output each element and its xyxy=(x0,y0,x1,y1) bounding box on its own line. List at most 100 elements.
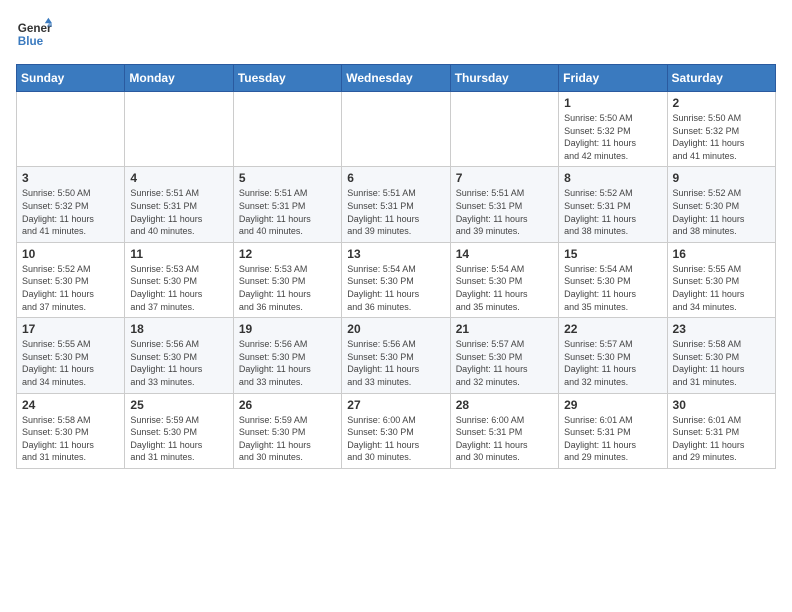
svg-text:General: General xyxy=(18,22,52,35)
calendar-cell: 16 Sunrise: 5:55 AM Sunset: 5:30 PM Dayli… xyxy=(667,242,775,317)
calendar-cell: 19 Sunrise: 5:56 AM Sunset: 5:30 PM Dayli… xyxy=(233,318,341,393)
day-info: Sunrise: 5:52 AM Sunset: 5:30 PM Dayligh… xyxy=(673,187,770,237)
calendar-cell: 15 Sunrise: 5:54 AM Sunset: 5:30 PM Dayli… xyxy=(559,242,667,317)
day-info: Sunrise: 5:55 AM Sunset: 5:30 PM Dayligh… xyxy=(673,263,770,313)
day-info: Sunrise: 5:54 AM Sunset: 5:30 PM Dayligh… xyxy=(564,263,661,313)
page-header: General Blue xyxy=(16,16,776,52)
calendar-cell: 21 Sunrise: 5:57 AM Sunset: 5:30 PM Dayli… xyxy=(450,318,558,393)
day-number: 28 xyxy=(456,398,553,412)
day-info: Sunrise: 5:51 AM Sunset: 5:31 PM Dayligh… xyxy=(456,187,553,237)
day-number: 26 xyxy=(239,398,336,412)
day-number: 23 xyxy=(673,322,770,336)
day-info: Sunrise: 6:01 AM Sunset: 5:31 PM Dayligh… xyxy=(564,414,661,464)
day-number: 1 xyxy=(564,96,661,110)
weekday-header-friday: Friday xyxy=(559,65,667,92)
day-number: 9 xyxy=(673,171,770,185)
day-info: Sunrise: 5:51 AM Sunset: 5:31 PM Dayligh… xyxy=(239,187,336,237)
day-info: Sunrise: 5:57 AM Sunset: 5:30 PM Dayligh… xyxy=(456,338,553,388)
calendar-cell: 4 Sunrise: 5:51 AM Sunset: 5:31 PM Daylig… xyxy=(125,167,233,242)
day-info: Sunrise: 5:59 AM Sunset: 5:30 PM Dayligh… xyxy=(130,414,227,464)
logo: General Blue xyxy=(16,16,52,52)
day-number: 21 xyxy=(456,322,553,336)
calendar-cell xyxy=(125,92,233,167)
calendar-cell: 6Sunrise: 5:51 AM Sunset: 5:31 PM Daylig… xyxy=(342,167,450,242)
day-number: 19 xyxy=(239,322,336,336)
day-number: 5 xyxy=(239,171,336,185)
day-info: Sunrise: 5:50 AM Sunset: 5:32 PM Dayligh… xyxy=(673,112,770,162)
logo-icon: General Blue xyxy=(16,16,52,52)
day-number: 13 xyxy=(347,247,444,261)
calendar-cell: 9 Sunrise: 5:52 AM Sunset: 5:30 PM Daylig… xyxy=(667,167,775,242)
weekday-header-thursday: Thursday xyxy=(450,65,558,92)
day-info: Sunrise: 5:53 AM Sunset: 5:30 PM Dayligh… xyxy=(239,263,336,313)
calendar-cell: 29 Sunrise: 6:01 AM Sunset: 5:31 PM Dayli… xyxy=(559,393,667,468)
day-info: Sunrise: 5:54 AM Sunset: 5:30 PM Dayligh… xyxy=(347,263,444,313)
calendar-cell: 10 Sunrise: 5:52 AM Sunset: 5:30 PM Dayli… xyxy=(17,242,125,317)
day-info: Sunrise: 6:00 AM Sunset: 5:30 PM Dayligh… xyxy=(347,414,444,464)
day-info: Sunrise: 6:01 AM Sunset: 5:31 PM Dayligh… xyxy=(673,414,770,464)
calendar-cell: 11Sunrise: 5:53 AM Sunset: 5:30 PM Dayli… xyxy=(125,242,233,317)
day-number: 16 xyxy=(673,247,770,261)
day-info: Sunrise: 5:59 AM Sunset: 5:30 PM Dayligh… xyxy=(239,414,336,464)
calendar-cell: 22 Sunrise: 5:57 AM Sunset: 5:30 PM Dayli… xyxy=(559,318,667,393)
day-number: 27 xyxy=(347,398,444,412)
calendar-table: SundayMondayTuesdayWednesdayThursdayFrid… xyxy=(16,64,776,469)
weekday-header-saturday: Saturday xyxy=(667,65,775,92)
day-info: Sunrise: 5:58 AM Sunset: 5:30 PM Dayligh… xyxy=(22,414,119,464)
day-number: 25 xyxy=(130,398,227,412)
calendar-cell: 27 Sunrise: 6:00 AM Sunset: 5:30 PM Dayli… xyxy=(342,393,450,468)
calendar-cell: 2 Sunrise: 5:50 AM Sunset: 5:32 PM Daylig… xyxy=(667,92,775,167)
calendar-week-row: 17Sunrise: 5:55 AM Sunset: 5:30 PM Dayli… xyxy=(17,318,776,393)
calendar-week-row: 24Sunrise: 5:58 AM Sunset: 5:30 PM Dayli… xyxy=(17,393,776,468)
calendar-cell: 7 Sunrise: 5:51 AM Sunset: 5:31 PM Daylig… xyxy=(450,167,558,242)
day-info: Sunrise: 5:56 AM Sunset: 5:30 PM Dayligh… xyxy=(130,338,227,388)
day-number: 14 xyxy=(456,247,553,261)
weekday-header-sunday: Sunday xyxy=(17,65,125,92)
day-info: Sunrise: 5:57 AM Sunset: 5:30 PM Dayligh… xyxy=(564,338,661,388)
day-number: 10 xyxy=(22,247,119,261)
day-info: Sunrise: 5:53 AM Sunset: 5:30 PM Dayligh… xyxy=(130,263,227,313)
calendar-cell: 26 Sunrise: 5:59 AM Sunset: 5:30 PM Dayli… xyxy=(233,393,341,468)
day-number: 7 xyxy=(456,171,553,185)
day-number: 17 xyxy=(22,322,119,336)
calendar-cell: 8 Sunrise: 5:52 AM Sunset: 5:31 PM Daylig… xyxy=(559,167,667,242)
weekday-header-tuesday: Tuesday xyxy=(233,65,341,92)
calendar-cell: 14Sunrise: 5:54 AM Sunset: 5:30 PM Dayli… xyxy=(450,242,558,317)
day-info: Sunrise: 5:52 AM Sunset: 5:30 PM Dayligh… xyxy=(22,263,119,313)
day-number: 8 xyxy=(564,171,661,185)
calendar-cell: 30 Sunrise: 6:01 AM Sunset: 5:31 PM Dayli… xyxy=(667,393,775,468)
calendar-cell xyxy=(450,92,558,167)
day-info: Sunrise: 6:00 AM Sunset: 5:31 PM Dayligh… xyxy=(456,414,553,464)
day-info: Sunrise: 5:56 AM Sunset: 5:30 PM Dayligh… xyxy=(347,338,444,388)
calendar-header-row: SundayMondayTuesdayWednesdayThursdayFrid… xyxy=(17,65,776,92)
day-number: 15 xyxy=(564,247,661,261)
calendar-week-row: 10 Sunrise: 5:52 AM Sunset: 5:30 PM Dayli… xyxy=(17,242,776,317)
day-info: Sunrise: 5:58 AM Sunset: 5:30 PM Dayligh… xyxy=(673,338,770,388)
calendar-cell: 1Sunrise: 5:50 AM Sunset: 5:32 PM Daylig… xyxy=(559,92,667,167)
calendar-cell: 20 Sunrise: 5:56 AM Sunset: 5:30 PM Dayli… xyxy=(342,318,450,393)
calendar-cell: 5 Sunrise: 5:51 AM Sunset: 5:31 PM Daylig… xyxy=(233,167,341,242)
day-number: 4 xyxy=(130,171,227,185)
calendar-cell: 28 Sunrise: 6:00 AM Sunset: 5:31 PM Dayli… xyxy=(450,393,558,468)
day-number: 29 xyxy=(564,398,661,412)
svg-text:Blue: Blue xyxy=(18,35,44,48)
calendar-cell xyxy=(17,92,125,167)
calendar-cell: 23 Sunrise: 5:58 AM Sunset: 5:30 PM Dayli… xyxy=(667,318,775,393)
calendar-week-row: 1 Sunrise: 5:50 AM Sunset: 5:32 PM Daylig… xyxy=(17,92,776,167)
calendar-cell: 13 Sunrise: 5:54 AM Sunset: 5:30 PM Dayli… xyxy=(342,242,450,317)
day-number: 30 xyxy=(673,398,770,412)
day-number: 2 xyxy=(673,96,770,110)
day-number: 20 xyxy=(347,322,444,336)
day-number: 22 xyxy=(564,322,661,336)
day-number: 18 xyxy=(130,322,227,336)
day-info: Sunrise: 5:56 AM Sunset: 5:30 PM Dayligh… xyxy=(239,338,336,388)
day-info: Sunrise: 5:50 AM Sunset: 5:32 PM Dayligh… xyxy=(22,187,119,237)
calendar-cell: 18 Sunrise: 5:56 AM Sunset: 5:30 PM Dayli… xyxy=(125,318,233,393)
weekday-header-monday: Monday xyxy=(125,65,233,92)
calendar-cell: 17Sunrise: 5:55 AM Sunset: 5:30 PM Dayli… xyxy=(17,318,125,393)
day-info: Sunrise: 5:52 AM Sunset: 5:31 PM Dayligh… xyxy=(564,187,661,237)
day-info: Sunrise: 5:51 AM Sunset: 5:31 PM Dayligh… xyxy=(130,187,227,237)
calendar-cell: 25 Sunrise: 5:59 AM Sunset: 5:30 PM Dayli… xyxy=(125,393,233,468)
calendar-cell: 12Sunrise: 5:53 AM Sunset: 5:30 PM Dayli… xyxy=(233,242,341,317)
day-number: 6 xyxy=(347,171,444,185)
